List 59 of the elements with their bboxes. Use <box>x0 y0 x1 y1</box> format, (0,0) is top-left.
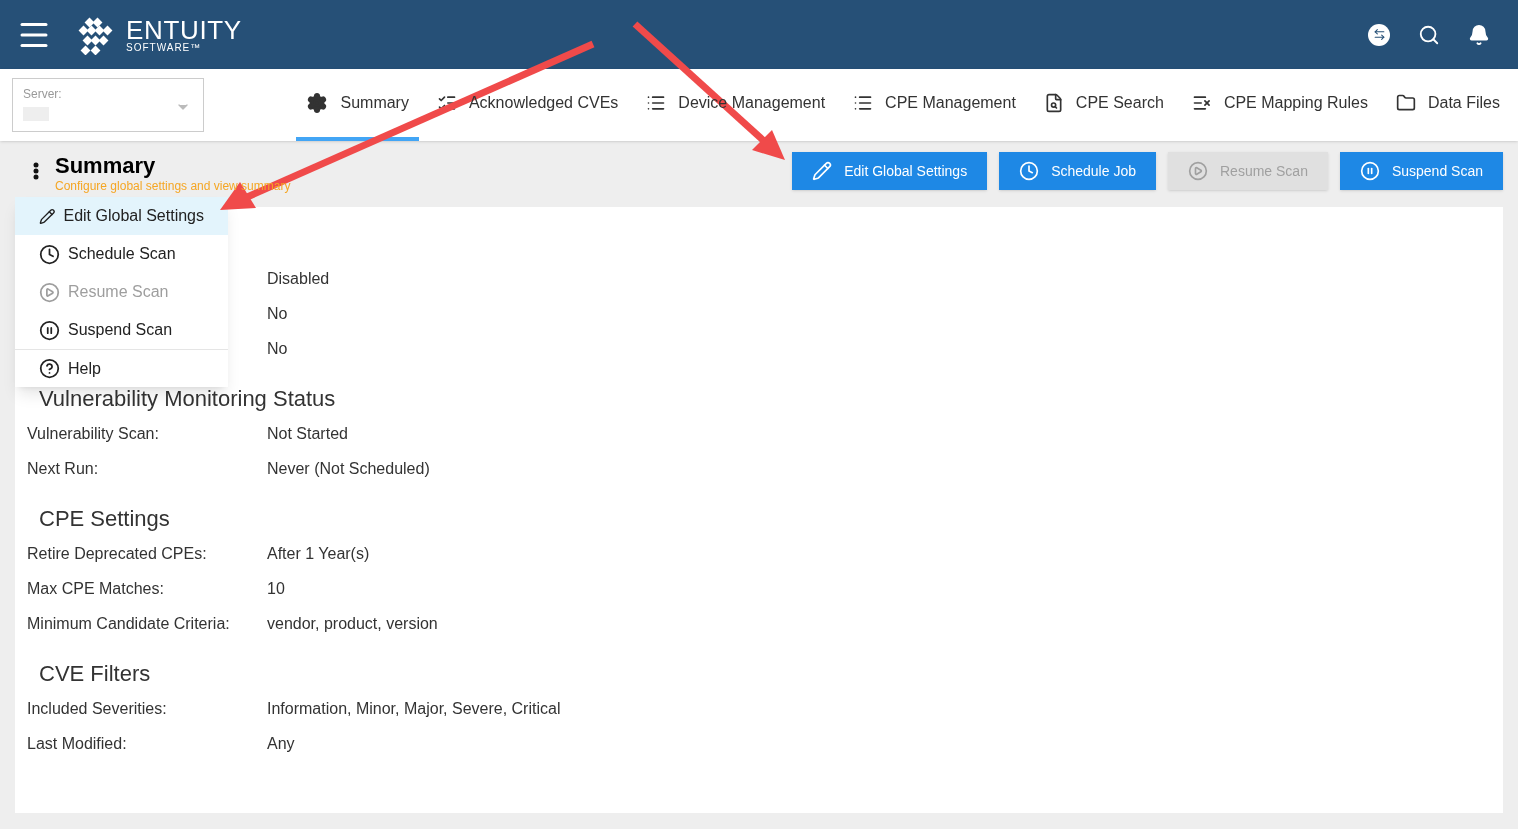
field-label: Max CPE Matches: <box>27 578 165 599</box>
list-icon <box>853 93 874 113</box>
field-label: Minimum Candidate Criteria: <box>27 613 231 634</box>
section-title: CPE Settings <box>39 504 170 533</box>
gear-icon <box>306 92 329 114</box>
search-icon <box>1418 23 1440 46</box>
menu-item[interactable]: Suspend Scan <box>15 311 228 349</box>
menu-item[interactable]: Help <box>15 349 228 387</box>
tab[interactable]: CPE Search <box>1033 69 1174 141</box>
field-value: No <box>267 303 288 324</box>
list-icon <box>646 93 667 113</box>
field-value: Any <box>267 733 295 754</box>
tab[interactable]: Acknowledged CVEs <box>426 69 629 141</box>
play-circle-icon <box>1188 161 1208 181</box>
field-label: Last Modified: <box>27 733 128 754</box>
tab[interactable]: Data Files <box>1385 69 1510 141</box>
field-value: Never (Not Scheduled) <box>267 458 430 479</box>
section-title: Vulnerability Monitoring Status <box>39 384 336 413</box>
field-label: Vulnerability Scan: <box>27 423 160 444</box>
pencil-icon <box>812 161 833 181</box>
clock-icon <box>39 243 60 265</box>
play-circle-icon <box>39 281 60 303</box>
tab[interactable]: CPE Management <box>843 69 1026 141</box>
action-button[interactable]: Edit Global Settings <box>792 152 988 190</box>
folder-icon <box>1395 93 1416 113</box>
field-value: Not Started <box>267 423 348 444</box>
swap-arrows-icon <box>1372 28 1386 41</box>
field-value: Information, Minor, Major, Severe, Critical <box>267 698 561 719</box>
field-label: Next Run: <box>27 458 100 479</box>
pause-circle-icon <box>39 319 60 341</box>
field-value: No <box>267 338 288 359</box>
help-icon <box>39 358 60 379</box>
field-value: vendor, product, version <box>267 613 438 634</box>
action-button[interactable]: Schedule Job <box>999 152 1156 190</box>
menu-item[interactable]: Schedule Scan <box>15 235 228 273</box>
list-x-icon <box>1191 93 1212 113</box>
field-value: Disabled <box>267 268 330 289</box>
section-title: CVE Filters <box>39 659 151 688</box>
logo-subtitle: SOFTWARE™ <box>126 42 203 53</box>
more-options-button[interactable] <box>33 162 39 180</box>
page-title: Summary <box>55 152 157 180</box>
more-options-icon <box>33 162 39 180</box>
field-label: Retire Deprecated CPEs: <box>27 543 208 564</box>
clock-icon <box>1019 161 1040 181</box>
server-label: Server: <box>23 86 63 103</box>
field-value: 10 <box>267 578 285 599</box>
search-button[interactable] <box>1418 23 1440 46</box>
notifications-button[interactable] <box>1468 23 1490 46</box>
logo-name: ENTUITY <box>126 16 242 43</box>
pause-circle-icon <box>1359 161 1380 181</box>
field-label: Included Severities: <box>27 698 168 719</box>
checklist-icon <box>436 93 457 113</box>
bell-icon <box>1468 23 1490 46</box>
tab[interactable]: CPE Mapping Rules <box>1181 69 1378 141</box>
field-value: After 1 Year(s) <box>267 543 370 564</box>
tab[interactable]: Summary <box>296 69 419 141</box>
menu-item[interactable]: Edit Global Settings <box>15 197 228 235</box>
action-button[interactable]: Suspend Scan <box>1339 152 1503 190</box>
swap-button[interactable] <box>1368 23 1390 46</box>
